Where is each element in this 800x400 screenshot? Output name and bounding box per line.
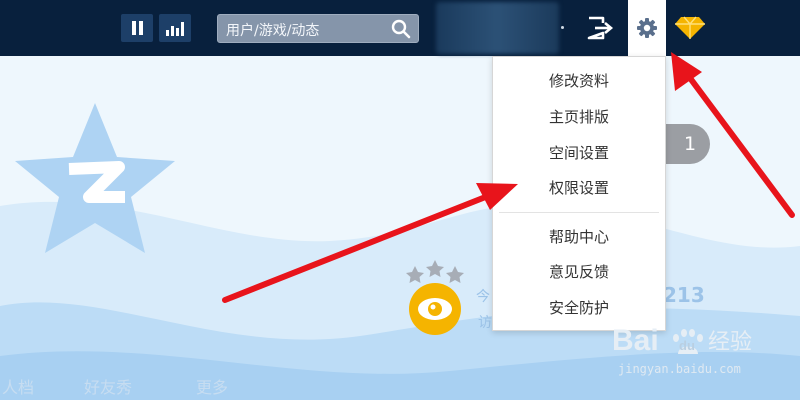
search-input[interactable]: 用户/游戏/动态 bbox=[226, 20, 319, 40]
menu-item-feedback[interactable]: 意见反馈 bbox=[493, 260, 665, 284]
baidu-jingyan-watermark: Bai du 经验 bbox=[612, 324, 752, 357]
tab-friends-show[interactable]: 好友秀 bbox=[84, 374, 132, 398]
partial-text-b: 访 bbox=[478, 315, 492, 331]
blurred-user-info[interactable] bbox=[436, 2, 559, 54]
menu-item-permission-settings[interactable]: 权限设置 bbox=[493, 176, 665, 200]
logout-icon[interactable] bbox=[583, 13, 617, 43]
menu-item-homepage-layout[interactable]: 主页排版 bbox=[493, 105, 665, 129]
tab-profile[interactable]: 人档 bbox=[2, 374, 34, 398]
menu-divider bbox=[499, 212, 659, 213]
notification-count-badge[interactable]: 1 bbox=[664, 124, 710, 164]
pause-button[interactable] bbox=[121, 14, 153, 42]
gear-icon bbox=[637, 18, 657, 38]
top-navigation-bar: 用户/游戏/动态 bbox=[0, 0, 800, 56]
partial-text-a: 今 bbox=[476, 289, 490, 305]
svg-text:du: du bbox=[679, 338, 695, 353]
stats-icon bbox=[166, 22, 184, 36]
diamond-vip-icon[interactable] bbox=[674, 15, 706, 41]
svg-text:Bai: Bai bbox=[612, 324, 659, 357]
menu-item-help-center[interactable]: 帮助中心 bbox=[493, 225, 665, 249]
tab-more[interactable]: 更多 bbox=[196, 374, 228, 398]
svg-text:经验: 经验 bbox=[708, 330, 752, 355]
settings-button[interactable] bbox=[628, 0, 666, 56]
visitor-count: 213 bbox=[663, 283, 705, 307]
pause-icon bbox=[132, 21, 143, 35]
menu-item-space-settings[interactable]: 空间设置 bbox=[493, 141, 665, 165]
menu-item-edit-profile[interactable]: 修改资料 bbox=[493, 69, 665, 93]
menu-item-security[interactable]: 安全防护 bbox=[493, 296, 665, 320]
watermark-url: jingyan.baidu.com bbox=[618, 362, 741, 376]
separator-dot bbox=[561, 26, 564, 29]
stats-button[interactable] bbox=[159, 14, 191, 42]
visitor-eye-icon bbox=[409, 283, 461, 335]
search-icon[interactable] bbox=[391, 19, 411, 39]
search-field[interactable]: 用户/游戏/动态 bbox=[217, 14, 419, 43]
settings-dropdown-menu: 修改资料 主页排版 空间设置 权限设置 帮助中心 意见反馈 安全防护 bbox=[492, 56, 666, 331]
